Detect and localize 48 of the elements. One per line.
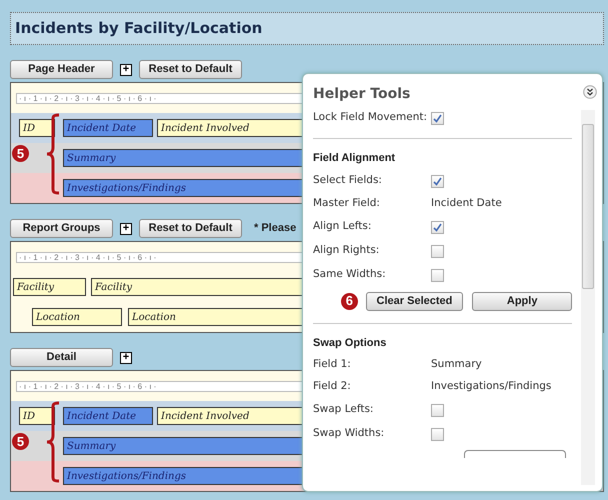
apply-button[interactable]: Apply — [472, 292, 572, 310]
clear-selected-button[interactable]: Clear Selected — [366, 292, 464, 310]
option-label: Field 1: — [313, 357, 352, 372]
option-label: Swap Widths: — [313, 426, 386, 442]
checkbox[interactable] — [431, 112, 444, 124]
scrollbar[interactable] — [581, 110, 595, 485]
option-label: Master Field: — [313, 196, 381, 212]
report-title: Incidents by Facility/Location — [10, 12, 604, 45]
option-value: Summary — [431, 357, 482, 372]
expand-button[interactable]: + — [120, 352, 132, 364]
check-icon — [433, 176, 442, 186]
group-heading: Swap Options — [313, 336, 386, 351]
checkbox[interactable] — [431, 220, 444, 234]
option-label: Lock Field Movement: — [313, 110, 428, 126]
report-field[interactable]: Facility — [13, 278, 86, 296]
option-label: Select Fields: — [313, 173, 383, 188]
option-label: Swap Lefts: — [313, 402, 374, 418]
checkbox[interactable] — [431, 268, 444, 282]
option-label: Field 2: — [313, 379, 352, 394]
brace-icon — [46, 113, 60, 195]
collapse-icon[interactable] — [583, 85, 597, 99]
callout-number: 6 — [341, 292, 358, 310]
option-label: Align Lefts: — [313, 219, 372, 234]
reset-button[interactable]: Reset to Default — [139, 60, 242, 79]
brace-icon — [46, 401, 60, 483]
expand-button[interactable]: + — [120, 222, 132, 234]
checkbox[interactable] — [431, 428, 444, 440]
expand-button[interactable]: + — [120, 64, 132, 76]
checkbox[interactable] — [431, 404, 444, 416]
report-field[interactable]: ID — [19, 407, 55, 425]
reset-button[interactable]: Reset to Default — [139, 219, 242, 238]
checkbox[interactable] — [431, 244, 444, 258]
report-field[interactable]: Incident Date — [63, 407, 153, 425]
report-field[interactable]: Incident Date — [63, 119, 153, 137]
section-button[interactable]: Report Groups — [10, 219, 113, 238]
section-button[interactable]: Detail — [10, 348, 113, 367]
check-icon — [433, 114, 442, 122]
report-field[interactable]: Location — [32, 308, 122, 326]
report-field[interactable]: ID — [19, 119, 55, 137]
group-heading: Field Alignment — [313, 150, 396, 166]
section-button[interactable]: Page Header — [10, 60, 113, 79]
check-icon — [433, 222, 442, 232]
option-value: Incident Date — [431, 196, 502, 212]
note-text: * Please — [254, 221, 296, 236]
option-value: Investigations/Findings — [431, 379, 552, 394]
checkbox[interactable] — [431, 174, 444, 188]
cut-off-button[interactable] — [464, 450, 566, 458]
option-label: Same Widths: — [313, 267, 387, 282]
